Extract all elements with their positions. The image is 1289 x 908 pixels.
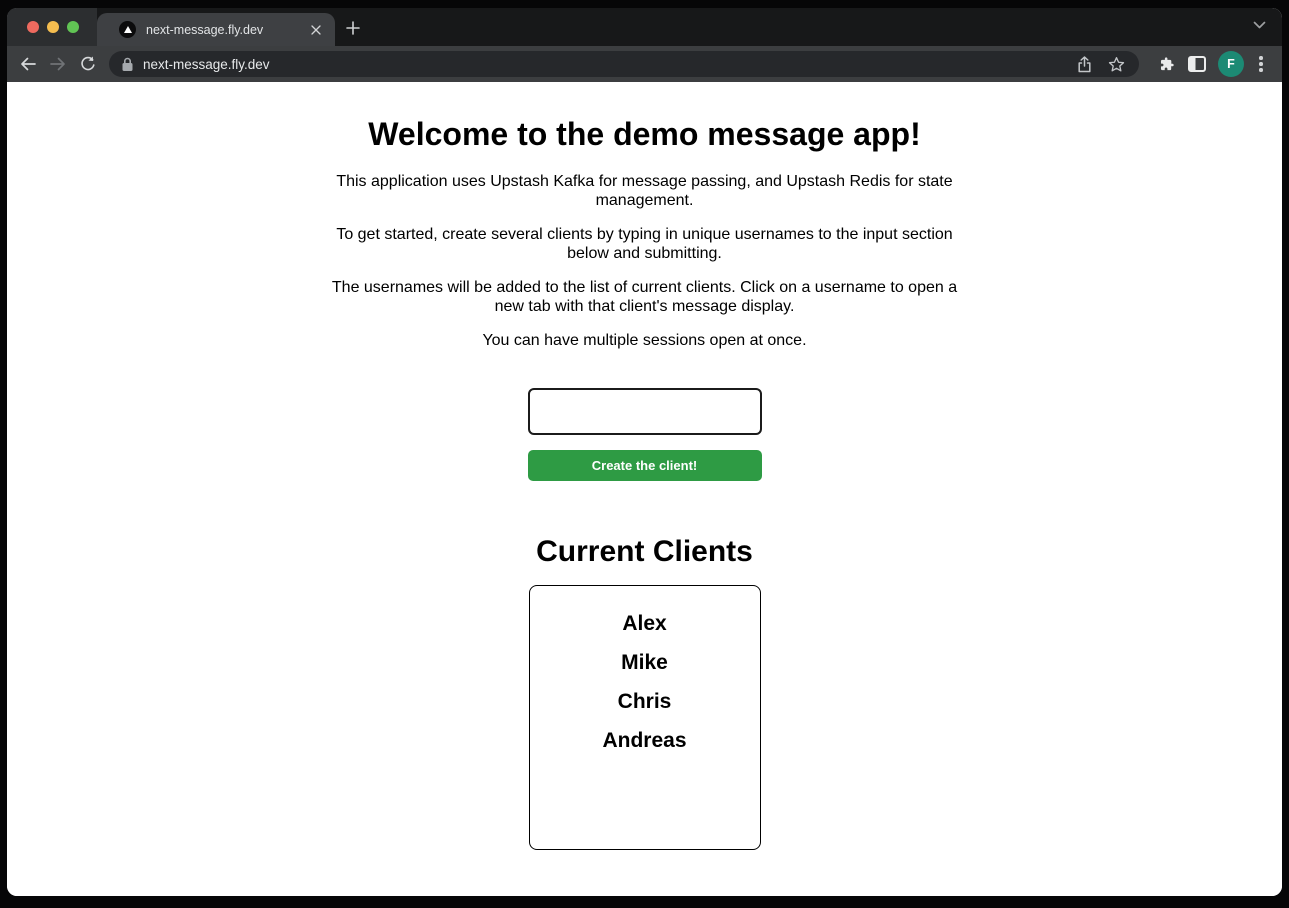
username-input[interactable]: [528, 388, 762, 435]
current-clients-heading: Current Clients: [329, 535, 961, 569]
intro-paragraph: This application uses Upstash Kafka for …: [329, 173, 961, 210]
back-icon[interactable]: [13, 50, 43, 78]
create-client-button[interactable]: Create the client!: [528, 450, 762, 481]
browser-window: next-message.fly.dev: [7, 8, 1282, 896]
side-panel-icon[interactable]: [1183, 50, 1211, 78]
zoom-window-button[interactable]: [67, 21, 79, 33]
share-icon[interactable]: [1073, 53, 1095, 75]
page-viewport: Welcome to the demo message app! This ap…: [7, 82, 1282, 896]
bookmark-star-icon[interactable]: [1105, 53, 1127, 75]
browser-tab[interactable]: next-message.fly.dev: [97, 13, 335, 46]
reload-icon[interactable]: [73, 50, 103, 78]
get-started-paragraph: To get started, create several clients b…: [329, 226, 961, 263]
extensions-puzzle-icon[interactable]: [1152, 50, 1180, 78]
client-link-alex[interactable]: Alex: [530, 609, 760, 639]
fly-favicon-icon: [119, 21, 136, 38]
tab-strip: next-message.fly.dev: [7, 8, 1282, 46]
client-link-mike[interactable]: Mike: [530, 648, 760, 678]
browser-toolbar: next-message.fly.dev: [7, 46, 1282, 82]
client-link-andreas[interactable]: Andreas: [530, 726, 760, 756]
client-link-chris[interactable]: Chris: [530, 687, 760, 717]
url-text: next-message.fly.dev: [143, 57, 1073, 72]
usernames-paragraph: The usernames will be added to the list …: [329, 279, 961, 316]
page-title: Welcome to the demo message app!: [329, 116, 961, 153]
lock-icon[interactable]: [121, 57, 134, 72]
profile-avatar[interactable]: F: [1218, 51, 1244, 77]
tab-title: next-message.fly.dev: [146, 23, 307, 37]
close-window-button[interactable]: [27, 21, 39, 33]
sessions-paragraph: You can have multiple sessions open at o…: [329, 332, 961, 351]
chevron-down-icon[interactable]: [1253, 21, 1266, 30]
window-controls: [7, 8, 97, 46]
browser-menu-icon[interactable]: [1248, 50, 1274, 78]
tab-close-icon[interactable]: [307, 21, 325, 39]
address-bar[interactable]: next-message.fly.dev: [109, 51, 1139, 77]
clients-list: Alex Mike Chris Andreas: [529, 585, 761, 850]
new-tab-button[interactable]: [345, 20, 361, 36]
minimize-window-button[interactable]: [47, 21, 59, 33]
forward-icon[interactable]: [43, 50, 73, 78]
demo-message-app-page: Welcome to the demo message app! This ap…: [329, 116, 961, 850]
